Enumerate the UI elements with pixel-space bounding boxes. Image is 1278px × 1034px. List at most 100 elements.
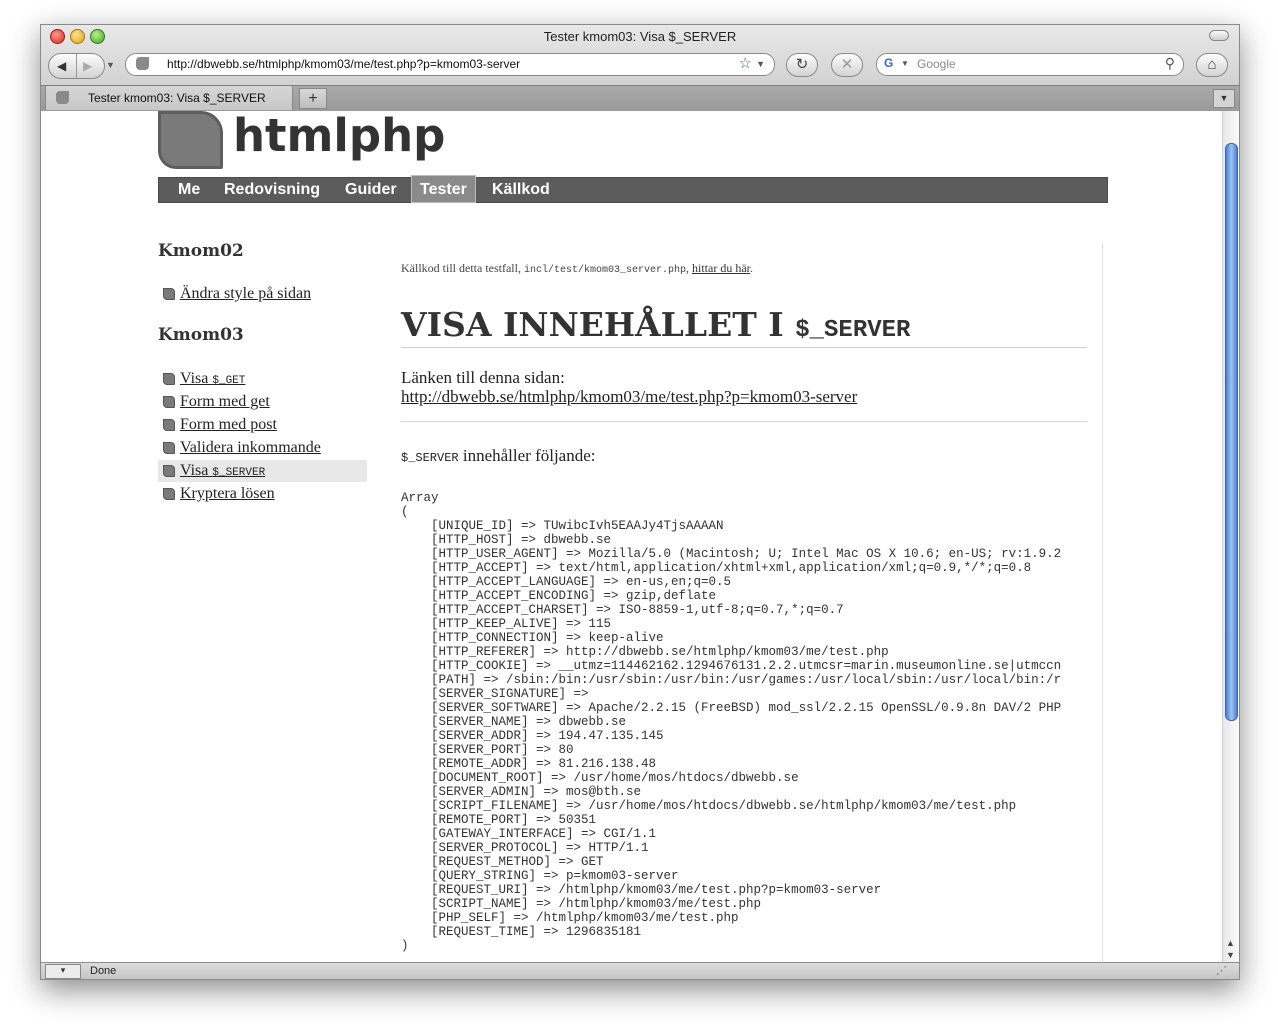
sidebar-item-form-post[interactable]: Form med post (158, 414, 367, 436)
site-logo-icon[interactable] (158, 111, 223, 169)
server-var-line: [HTTP_HOST] => dbwebb.se (431, 533, 612, 547)
home-button[interactable]: ⌂ (1196, 53, 1228, 77)
status-menu-icon[interactable]: ▾ (45, 964, 81, 979)
server-var-line: [HTTP_ACCEPT_ENCODING] => gzip,deflate (431, 589, 717, 603)
new-tab-button[interactable]: + (299, 88, 327, 109)
page-bullet-icon (163, 488, 175, 500)
search-input[interactable]: Google (917, 57, 956, 71)
server-var-line: [PHP_SELF] => /htmlphp/kmom03/me/test.ph… (431, 911, 739, 925)
source-prefix: Källkod till detta testfall, (401, 261, 524, 275)
page-bullet-icon (163, 419, 175, 431)
sidebar-item-label: Visa (180, 370, 213, 387)
nav-item-me[interactable]: Me (178, 178, 200, 202)
source-link[interactable]: hittar du här (692, 261, 750, 275)
search-engine-dropdown-icon[interactable]: ▼ (901, 59, 909, 68)
stop-icon: ✕ (840, 56, 854, 73)
url-bar[interactable]: http://dbwebb.se/htmlphp/kmom03/me/test.… (125, 53, 775, 76)
sidebar-item-code: $_GET (212, 375, 246, 387)
vertical-scrollbar[interactable]: ▲ ▼ (1222, 111, 1239, 962)
page-link[interactable]: http://dbwebb.se/htmlphp/kmom03/me/test.… (401, 387, 857, 407)
browser-window: Tester kmom03: Visa $_SERVER ◀ ▶ ▼ http:… (40, 24, 1240, 980)
server-var-line: [REMOTE_PORT] => 50351 (431, 813, 597, 827)
contains-label: innehåller följande: (458, 446, 596, 465)
server-var-line: [SERVER_PROTOCOL] => HTTP/1.1 (431, 841, 649, 855)
url-input[interactable]: http://dbwebb.se/htmlphp/kmom03/me/test.… (167, 57, 520, 71)
server-var-line: [REQUEST_METHOD] => GET (431, 855, 604, 869)
vertical-scroll-thumb[interactable] (1225, 143, 1238, 721)
scroll-down-icon[interactable]: ▼ (1226, 950, 1235, 960)
nav-item-tester[interactable]: Tester (411, 175, 476, 203)
server-var-line: [SERVER_NAME] => dbwebb.se (431, 715, 627, 729)
url-history-dropdown-icon[interactable]: ▼ (756, 59, 765, 69)
link-label: Länken till denna sidan: (401, 368, 565, 387)
browser-chrome: Tester kmom03: Visa $_SERVER ◀ ▶ ▼ http:… (41, 25, 1239, 111)
tab-bar: Tester kmom03: Visa $_SERVER + ▼ (41, 85, 1239, 111)
server-var-line: [HTTP_COOKIE] => __utmz=114462162.129467… (431, 659, 1062, 673)
sidebar-item-label[interactable]: Form med get (180, 393, 270, 411)
search-bar[interactable]: G ▼ Google ⚲ (876, 53, 1184, 76)
plus-icon: + (308, 90, 318, 107)
tab-list-button[interactable]: ▼ (1213, 89, 1235, 108)
sidebar-item-form-get[interactable]: Form med get (158, 391, 367, 413)
page-bullet-icon (163, 288, 175, 300)
server-var-line: [HTTP_REFERER] => http://dbwebb.se/htmlp… (431, 645, 889, 659)
search-icon[interactable]: ⚲ (1165, 55, 1175, 72)
back-forward-group: ◀ ▶ (48, 53, 105, 79)
page-bullet-icon (163, 442, 175, 454)
tab-label: Tester kmom03: Visa $_SERVER (88, 91, 266, 105)
server-var-line: [SERVER_SOFTWARE] => Apache/2.2.15 (Free… (431, 701, 1062, 715)
sidebar-item-kryptera[interactable]: Kryptera lösen (158, 483, 367, 505)
sidebar-item-validera[interactable]: Validera inkommande (158, 437, 367, 459)
sidebar-item-visa-server[interactable]: Visa $_SERVER (158, 460, 367, 482)
tab-list-icon: ▼ (1219, 93, 1229, 103)
scroll-up-icon[interactable]: ▲ (1226, 938, 1235, 948)
sidebar-item-label[interactable]: Ändra style på sidan (180, 285, 311, 303)
toolbar-toggle-button[interactable] (1209, 30, 1229, 41)
server-var-line: [HTTP_CONNECTION] => keep-alive (431, 631, 664, 645)
page-viewport: htmlphp Me Redovisning Guider Tester Käl… (41, 111, 1223, 962)
google-engine-icon[interactable]: G (884, 56, 898, 70)
server-var-line: [REQUEST_URI] => /htmlphp/kmom03/me/test… (431, 883, 882, 897)
resize-grip-icon[interactable]: ⋰ (1216, 964, 1227, 977)
paren-close: ) (401, 939, 409, 953)
nav-item-guider[interactable]: Guider (345, 178, 397, 202)
reload-button[interactable]: ↻ (786, 53, 818, 77)
tab-active[interactable]: Tester kmom03: Visa $_SERVER (45, 86, 293, 110)
status-bar: ▾ Done ⋰ (41, 962, 1239, 979)
source-file: incl/test/kmom03_server.php (523, 265, 687, 276)
server-var-line: [SERVER_PORT] => 80 (431, 743, 574, 757)
site-logo-text[interactable]: htmlphp (233, 111, 445, 162)
server-array-pre: Array ( [UNIQUE_ID] => TUwibcIvh5EAAJy4T… (401, 491, 1087, 953)
stop-button[interactable]: ✕ (831, 53, 863, 77)
nav-item-redovisning[interactable]: Redovisning (224, 178, 320, 202)
server-var-line: [SERVER_ADMIN] => mos@bth.se (431, 785, 642, 799)
sidebar-item-label[interactable]: Form med post (180, 416, 277, 434)
bookmark-star-icon[interactable]: ☆ (739, 54, 752, 72)
sidebar-item-andra-style[interactable]: Ändra style på sidan (158, 283, 367, 305)
server-var-line: [QUERY_STRING] => p=kmom03-server (431, 869, 679, 883)
navigation-toolbar: ◀ ▶ ▼ http://dbwebb.se/htmlphp/kmom03/me… (41, 51, 1239, 83)
page-bullet-icon (163, 465, 175, 477)
forward-arrow-icon[interactable]: ▶ (83, 59, 92, 73)
sidebar-heading-kmom02: Kmom02 (158, 241, 244, 261)
page-bullet-icon (163, 396, 175, 408)
tab-favicon-icon (56, 91, 69, 104)
page-title: VISA INNEHÅLLET I $_SERVER (401, 305, 1087, 348)
sidebar-item-code: $_SERVER (212, 467, 266, 479)
content-divider (1102, 243, 1103, 962)
sidebar-item-label[interactable]: Validera inkommande (180, 439, 321, 457)
page-title-code: $_SERVER (795, 317, 911, 344)
contains-text: $_SERVER innehåller följande: (401, 446, 596, 466)
server-vars: [UNIQUE_ID] => TUwibcIvh5EAAJy4TjsAAAAN … (401, 519, 1061, 939)
server-var-line: [PATH] => /sbin:/bin:/usr/sbin:/usr/bin:… (431, 673, 1062, 687)
divider (401, 421, 1087, 422)
server-var-line: [HTTP_ACCEPT] => text/html,application/x… (431, 561, 1032, 575)
sidebar-item-label[interactable]: Kryptera lösen (180, 485, 275, 503)
page-title-text: VISA INNEHÅLLET I (401, 305, 796, 344)
history-dropdown-icon[interactable]: ▼ (106, 60, 115, 70)
sidebar-item-visa-get[interactable]: Visa $_GET (158, 368, 367, 390)
server-var-line: [SERVER_ADDR] => 194.47.135.145 (431, 729, 664, 743)
back-arrow-icon[interactable]: ◀ (57, 59, 66, 73)
nav-item-kallkod[interactable]: Källkod (492, 178, 550, 202)
server-var-line: [HTTP_USER_AGENT] => Mozilla/5.0 (Macint… (431, 547, 1062, 561)
